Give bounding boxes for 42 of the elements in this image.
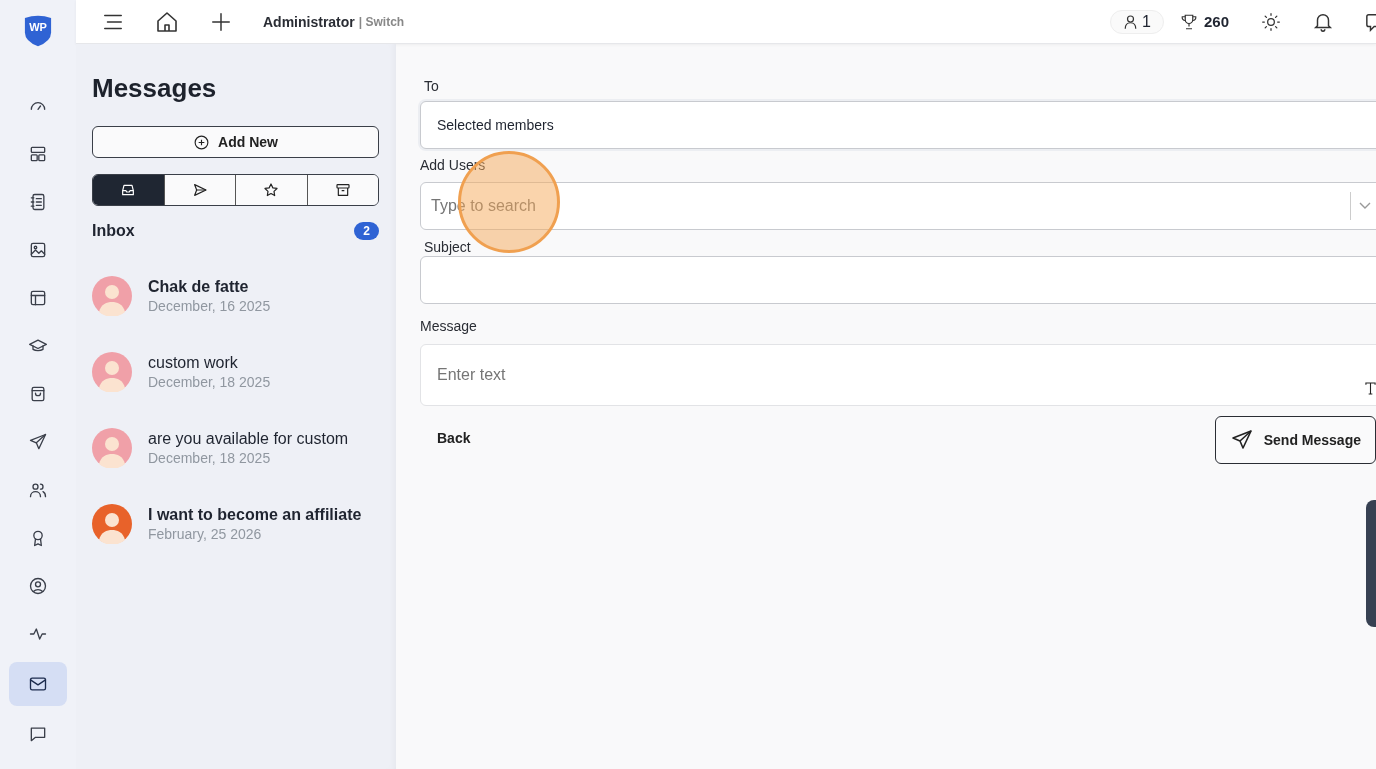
send-tab[interactable] [163, 175, 235, 205]
inbox-tab[interactable] [93, 175, 164, 205]
message-subject[interactable]: custom work [148, 354, 271, 372]
logo[interactable]: WP [23, 15, 53, 47]
switch-link[interactable]: | Switch [358, 14, 405, 29]
subject-field[interactable] [420, 256, 1376, 304]
inbox-icon [120, 182, 137, 198]
add-new-button[interactable]: Add New [92, 126, 379, 158]
archive-tab[interactable] [306, 175, 378, 205]
message-date: February, 25 2026 [148, 526, 263, 542]
online-users-badge[interactable]: 1 [1110, 9, 1164, 34]
send-icon [191, 182, 208, 198]
chevron-icon [1359, 202, 1371, 210]
star-tab[interactable] [235, 175, 307, 205]
user-role: Administrator [263, 13, 355, 30]
field-label: Message [420, 317, 478, 335]
unread-count-badge: 2 [354, 222, 379, 240]
text-format-icon[interactable] [1365, 382, 1376, 395]
plus-circle-icon [193, 133, 211, 151]
points-count: 260 [1203, 13, 1229, 30]
message-subject[interactable]: are you available for custom [148, 430, 349, 448]
message-date: December, 16 2025 [148, 298, 271, 314]
message-date: December, 18 2025 [148, 450, 272, 466]
recipient-select[interactable]: Selected members [420, 101, 1376, 149]
mail-icon[interactable] [9, 662, 67, 706]
send-message-button[interactable]: Send Message [1214, 416, 1376, 464]
field-label: To [424, 77, 440, 95]
field-label: Subject [424, 238, 472, 256]
star-icon [263, 182, 280, 198]
page-title: Messages [92, 72, 218, 104]
archive-icon [334, 182, 351, 198]
sun-icon[interactable] [1261, 11, 1281, 32]
message-date: December, 18 2025 [148, 374, 271, 390]
trophy-icon [1179, 12, 1198, 31]
home-icon[interactable] [155, 9, 179, 34]
back-button[interactable]: Back [420, 416, 488, 460]
message-subject[interactable]: Chak de fatte [148, 278, 271, 296]
folder-title: Inbox [92, 222, 135, 240]
message-field[interactable]: Enter text [420, 344, 1376, 406]
send-icon [1229, 428, 1254, 452]
plus-icon[interactable] [210, 10, 232, 33]
message-subject[interactable]: I want to become an affiliate [148, 506, 362, 524]
